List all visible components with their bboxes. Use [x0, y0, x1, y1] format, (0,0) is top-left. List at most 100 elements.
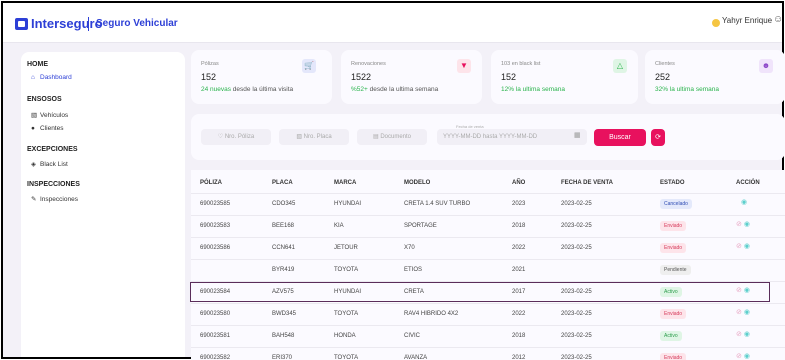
sidebar-item-black-list[interactable]: ◈ Black List	[31, 160, 68, 168]
product-name: Seguro Vehicular	[96, 18, 178, 29]
table-cell: JETOUR	[334, 245, 358, 251]
calendar-icon[interactable]: ▦	[574, 131, 581, 139]
buscar-button[interactable]: Buscar	[594, 129, 646, 146]
status-badge: Cancelado	[660, 199, 692, 209]
card-polizas: Pólizas 152 24 nuevas desde la última vi…	[191, 50, 332, 104]
view-icon[interactable]: ◉	[744, 243, 750, 250]
fecha-input[interactable]: YYYY-MM-DD hasta YYYY-MM-DD	[437, 129, 587, 145]
filter-bar: ♡ Nro. Póliza ▧ Nro. Placa ▤ Documento Y…	[191, 114, 785, 160]
table-cell: 2023-02-25	[561, 333, 592, 339]
card-delta: 32% la ultima semana	[655, 86, 719, 93]
table-cell: CDO345	[272, 201, 296, 207]
tag-icon: ▼	[457, 59, 471, 73]
card-delta: 12% la ultima semana	[501, 86, 565, 93]
status-badge: Enviado	[660, 309, 687, 319]
card-label: Renovaciones	[351, 61, 386, 67]
status-badge: Activo	[660, 331, 682, 341]
card-value: 152	[501, 72, 517, 82]
card-value: 152	[201, 72, 217, 82]
poliza-input[interactable]: ♡ Nro. Póliza	[201, 129, 271, 145]
cancel-icon[interactable]: ⊘	[736, 353, 744, 360]
row-actions: ⊘ ◉	[736, 330, 750, 338]
table-cell: CCN641	[272, 245, 296, 251]
status-badge: Enviado	[660, 243, 687, 253]
col-header-poliza: PÓLIZA	[200, 180, 222, 186]
theme-toggle-icon[interactable]	[712, 19, 720, 27]
car-icon: ▧	[31, 112, 38, 119]
table-cell: BEE168	[272, 223, 295, 229]
table-cell: 690023581	[200, 333, 231, 339]
status-badge: Enviado	[660, 221, 687, 231]
table-cell: 2018	[512, 333, 526, 339]
fecha-label: Fecha de venta	[456, 124, 484, 129]
sidebar-item-vehiculos[interactable]: ▧ Vehículos	[31, 111, 68, 119]
selected-row-highlight	[190, 282, 770, 302]
table-cell: 2022	[512, 245, 526, 251]
table-cell: 690023585	[200, 201, 231, 207]
cancel-icon[interactable]: ⊘	[736, 243, 744, 250]
card-renovaciones: Renovaciones 1522 %52+ desde la ultima s…	[341, 50, 482, 104]
table-cell: TOYOTA	[334, 311, 359, 317]
user-name[interactable]: Yahyr Enrique	[722, 16, 772, 25]
sidebar-item-inspecciones[interactable]: ✎ Inspecciones	[31, 195, 78, 203]
wrench-icon: ✎	[31, 196, 37, 203]
view-icon[interactable]: ◉	[744, 309, 750, 316]
users-icon: ☻	[759, 59, 773, 73]
top-bar: Interseguro Seguro Vehicular	[3, 3, 782, 43]
table-cell: HYUNDAI	[334, 201, 362, 207]
sidebar-section-excepciones: EXCEPCIONES	[27, 146, 78, 153]
sidebar-item-dashboard[interactable]: ⌂ Dashboard	[31, 74, 72, 81]
card-delta: 24 nuevas desde la última visita	[201, 86, 294, 93]
card-label: Clientes	[655, 61, 675, 67]
status-badge: Enviado	[660, 353, 687, 360]
col-header-estado: ESTADO	[660, 180, 685, 186]
table-cell: 690023586	[200, 245, 231, 251]
sidebar-section-ensosos: ENSOSOS	[27, 96, 62, 103]
col-header-fecha: FECHA DE VENTA	[561, 180, 614, 186]
row-actions: ⊘ ◉	[736, 352, 750, 360]
table-cell: 690023583	[200, 223, 231, 229]
sidebar-section-inspecciones: INSPECCIONES	[27, 181, 80, 188]
col-header-accion: ACCIÓN	[736, 180, 760, 186]
table-cell: AVANZA	[404, 355, 428, 360]
table-cell: RAV4 HIBRIDO 4X2	[404, 311, 459, 317]
card-label: Pólizas	[201, 61, 219, 67]
cancel-icon[interactable]: ⊘	[736, 221, 744, 228]
table-cell: X70	[404, 245, 415, 251]
view-icon[interactable]: ◉	[744, 331, 750, 338]
card-value: 1522	[351, 72, 372, 82]
row-actions: ◉	[741, 198, 747, 206]
status-badge: Pendiente	[660, 265, 691, 275]
sidebar-section-home: HOME	[27, 61, 48, 68]
table-cell: BWD345	[272, 311, 297, 317]
table-cell: BAH548	[272, 333, 295, 339]
clients-icon: ●	[31, 125, 35, 132]
table-cell: 2023	[512, 201, 526, 207]
sidebar-item-clientes[interactable]: ● Clientes	[31, 125, 63, 132]
card-label: 103 en black list	[501, 61, 541, 67]
view-icon[interactable]: ◉	[744, 221, 750, 228]
placa-input[interactable]: ▧ Nro. Placa	[279, 129, 349, 145]
view-icon[interactable]: ◉	[741, 199, 747, 206]
cancel-icon[interactable]: ⊘	[736, 309, 744, 316]
cancel-icon[interactable]: ⊘	[736, 331, 744, 338]
view-icon[interactable]: ◉	[744, 353, 750, 360]
table-cell: 2023-02-25	[561, 355, 592, 360]
logo-icon	[15, 18, 28, 30]
table-cell: KIA	[334, 223, 344, 229]
table-cell: 2021	[512, 267, 526, 273]
table-cell: TOYOTA	[334, 355, 359, 360]
table-cell: HONDA	[334, 333, 356, 339]
user-icon[interactable]: ☺	[773, 14, 783, 25]
documento-input[interactable]: ▤ Documento	[357, 129, 427, 145]
col-header-marca: MARCA	[334, 180, 357, 186]
table-cell: SPORTAGE	[404, 223, 437, 229]
table-cell: CRETA 1.4 SUV TURBO	[404, 201, 471, 207]
table-cell: CIVIC	[404, 333, 421, 339]
table-cell: TOYOTA	[334, 267, 359, 273]
refresh-icon[interactable]: ⟳	[651, 129, 665, 146]
home-icon: ⌂	[31, 74, 35, 81]
card-black-list: 103 en black list 152 12% la ultima sema…	[491, 50, 638, 104]
warning-icon: △	[613, 59, 627, 73]
table-cell: 2023-02-25	[561, 223, 592, 229]
